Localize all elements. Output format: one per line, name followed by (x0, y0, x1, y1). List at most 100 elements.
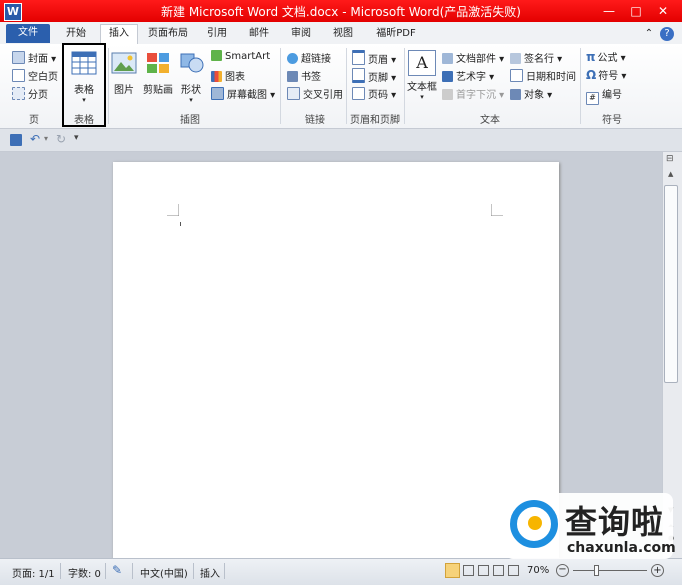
tab-foxit-pdf[interactable]: 福昕PDF (368, 25, 424, 43)
drop-cap-icon (442, 89, 453, 100)
tab-mailings[interactable]: 邮件 (244, 25, 274, 43)
group-separator (280, 48, 281, 124)
maximize-button[interactable]: □ (625, 2, 647, 20)
minimize-button[interactable]: — (598, 2, 620, 20)
status-separator (105, 563, 106, 579)
object-button[interactable]: 对象 ▾ (510, 86, 552, 101)
group-label-symbols: 符号 (602, 115, 622, 126)
zoom-slider-thumb[interactable] (594, 565, 599, 576)
scroll-up-icon[interactable]: ▲ (668, 170, 673, 178)
tab-references[interactable]: 引用 (202, 25, 232, 43)
page-break-button[interactable]: 分页 (12, 86, 48, 101)
bookmark-button[interactable]: 书签 (287, 68, 321, 83)
print-layout-view-icon[interactable] (445, 563, 460, 578)
hyperlink-button[interactable]: 超链接 (287, 50, 331, 65)
zoom-slider-track[interactable] (573, 570, 647, 571)
undo-icon[interactable]: ↶ (30, 132, 40, 146)
tab-insert[interactable]: 插入 (100, 24, 138, 45)
word-logo-icon[interactable]: W (4, 3, 22, 21)
margin-corner-mark (491, 204, 503, 216)
undo-dropdown-icon[interactable]: ▾ (44, 134, 48, 143)
redo-icon[interactable]: ↻ (56, 132, 66, 146)
language-indicator[interactable]: 中文(中国) (140, 565, 188, 580)
equation-button[interactable]: π 公式 ▾ (586, 49, 626, 64)
page-number-button[interactable]: 页码 ▾ (352, 86, 396, 101)
zoom-out-icon[interactable]: − (556, 564, 569, 577)
customize-toolbar-icon[interactable]: ▾ (74, 133, 79, 143)
text-cursor (180, 222, 181, 226)
zoom-in-icon[interactable]: + (651, 564, 664, 577)
omega-icon: Ω (586, 68, 597, 82)
save-icon[interactable] (10, 134, 22, 146)
full-screen-reading-icon[interactable] (463, 565, 474, 576)
cover-page-button[interactable]: 封面 ▾ (12, 50, 56, 65)
symbol-button[interactable]: Ω 符号 ▾ (586, 67, 626, 82)
header-button[interactable]: 页眉 ▾ (352, 50, 396, 66)
signature-line-icon (510, 53, 521, 64)
clipart-icon (147, 53, 169, 73)
tab-home[interactable]: 开始 (58, 25, 94, 43)
scrollbar-thumb[interactable] (664, 185, 678, 383)
word-count[interactable]: 字数: 0 (68, 565, 101, 580)
number-icon: # (586, 92, 599, 105)
cover-page-icon (12, 51, 25, 64)
object-icon (510, 89, 521, 100)
smartart-button[interactable]: SmartArt (211, 50, 270, 62)
drop-cap-button[interactable]: 首字下沉 ▾ (442, 86, 504, 101)
status-separator (224, 563, 225, 579)
date-time-button[interactable]: 日期和时间 (510, 68, 576, 83)
status-separator (60, 563, 61, 579)
group-separator (108, 48, 109, 124)
picture-button[interactable]: 图片 (110, 50, 138, 96)
proofing-icon[interactable]: ✎ (112, 563, 122, 577)
zoom-level[interactable]: 70% (527, 565, 549, 576)
web-layout-icon[interactable] (478, 565, 489, 576)
page-count[interactable]: 页面: 1/1 (12, 565, 55, 580)
screenshot-icon (211, 87, 224, 100)
status-separator (193, 563, 194, 579)
cross-reference-icon (287, 87, 300, 100)
quick-access-toolbar: ↶ ▾ ↻ ▾ (0, 129, 682, 152)
group-label-text: 文本 (480, 115, 500, 126)
screenshot-button[interactable]: 屏幕截图 ▾ (211, 86, 275, 101)
group-label-illustrations: 插图 (180, 115, 200, 126)
pi-icon: π (586, 50, 596, 64)
chart-icon (211, 71, 222, 82)
cross-reference-button[interactable]: 交叉引用 (287, 86, 343, 101)
blank-page-button[interactable]: 空白页 (12, 68, 58, 83)
shapes-button[interactable]: 形状 ▾ (178, 50, 204, 104)
blank-page-icon (12, 69, 25, 82)
tab-view[interactable]: 视图 (328, 25, 358, 43)
window-title: 新建 Microsoft Word 文档.docx - Microsoft Wo… (161, 5, 521, 19)
tab-file[interactable]: 文件 (6, 24, 50, 43)
group-label-links: 链接 (305, 115, 325, 126)
clipart-button[interactable]: 剪贴画 (140, 50, 176, 96)
signature-line-button[interactable]: 签名行 ▾ (510, 50, 562, 65)
wordart-button[interactable]: 艺术字 ▾ (442, 68, 494, 83)
close-button[interactable]: ✕ (652, 2, 674, 20)
watermark-logo-dot (528, 516, 542, 530)
footer-icon (352, 68, 365, 83)
tab-page-layout[interactable]: 页面布局 (144, 25, 192, 43)
quick-parts-button[interactable]: 文档部件 ▾ (442, 50, 504, 65)
smartart-icon (211, 50, 222, 61)
dropdown-arrow-icon: ▾ (189, 96, 193, 104)
draft-view-icon[interactable] (508, 565, 519, 576)
outline-view-icon[interactable] (493, 565, 504, 576)
document-page[interactable] (113, 162, 559, 558)
group-label-header-footer: 页眉和页脚 (350, 115, 400, 126)
footer-button[interactable]: 页脚 ▾ (352, 68, 396, 84)
hyperlink-icon (287, 53, 298, 64)
group-separator (404, 48, 405, 124)
numbering-button[interactable]: # 编号 (586, 86, 622, 105)
insert-mode-indicator[interactable]: 插入 (200, 565, 220, 580)
chart-button[interactable]: 图表 (211, 68, 245, 83)
textbox-button[interactable]: A 文本框 ▾ (406, 50, 438, 101)
status-bar: 页面: 1/1 字数: 0 ✎ 中文(中国) 插入 70% − + (0, 558, 682, 585)
help-icon[interactable]: ? (660, 27, 674, 41)
tab-review[interactable]: 审阅 (286, 25, 316, 43)
ruler-toggle-icon[interactable]: ⊟ (666, 154, 674, 164)
textbox-icon: A (408, 50, 436, 76)
ribbon-minimize-icon[interactable]: ⌃ (642, 25, 656, 43)
bookmark-icon (287, 71, 298, 82)
